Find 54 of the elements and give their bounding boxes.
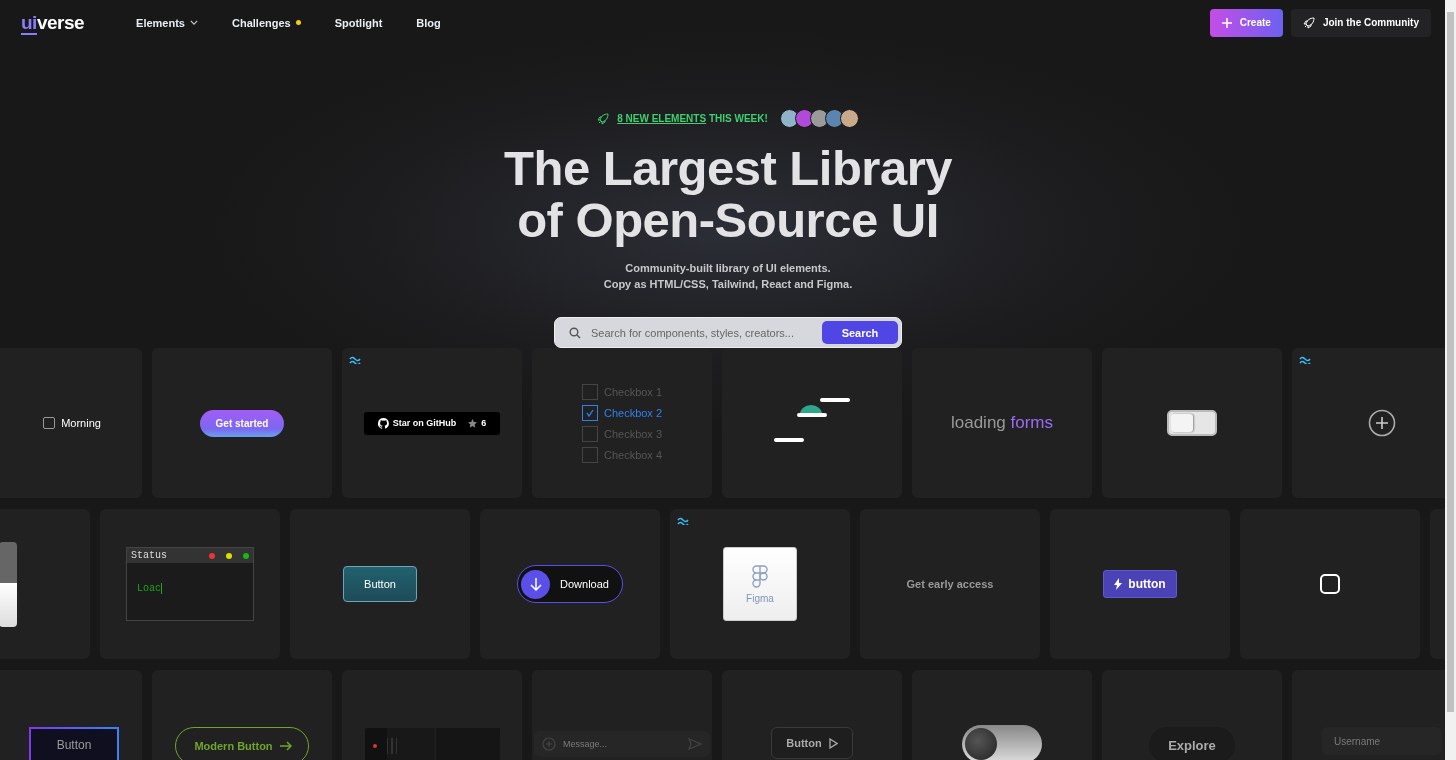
download-button[interactable]: Download bbox=[517, 565, 623, 603]
headline: of Open-Source UI bbox=[517, 194, 939, 246]
window-dots-icon bbox=[209, 552, 249, 559]
arrow-down-icon bbox=[529, 577, 542, 591]
community-button[interactable]: Join the Community bbox=[1290, 8, 1431, 37]
scrollbar[interactable] bbox=[1445, 0, 1456, 760]
toggle-switch[interactable] bbox=[962, 725, 1042, 760]
rocket-icon bbox=[597, 112, 610, 125]
get-started-button[interactable]: Get started bbox=[199, 409, 285, 437]
figma-icon bbox=[752, 564, 768, 589]
add-button[interactable] bbox=[1368, 409, 1396, 437]
message-input[interactable]: Message... bbox=[561, 738, 683, 750]
github-icon bbox=[377, 417, 389, 429]
glass-button[interactable]: Button bbox=[343, 566, 417, 602]
terminal-title: Status bbox=[131, 550, 167, 561]
checkbox[interactable] bbox=[1320, 574, 1340, 594]
terminal-text: Loac bbox=[137, 583, 162, 594]
loading-text: loading forms bbox=[950, 413, 1054, 433]
nav-link[interactable]: Blog bbox=[416, 16, 441, 29]
lightning-icon bbox=[1114, 578, 1123, 590]
logo[interactable]: uiverse bbox=[21, 11, 85, 34]
add-circle-icon bbox=[542, 737, 556, 751]
shimmer-text: Get early access bbox=[906, 578, 994, 590]
bolt-button[interactable]: button bbox=[1103, 570, 1177, 598]
plus-icon bbox=[1221, 17, 1232, 28]
check-icon bbox=[584, 407, 595, 418]
create-button[interactable]: Create bbox=[1209, 8, 1283, 37]
headline: The Largest Library bbox=[504, 142, 952, 194]
plus-circle-icon bbox=[1368, 409, 1396, 437]
play-icon bbox=[828, 737, 838, 749]
announcement: 8 NEW ELEMENTS THIS WEEK! bbox=[617, 113, 768, 124]
search-icon bbox=[569, 326, 581, 339]
tagline: Copy as HTML/CSS, Tailwind, React and Figma. bbox=[603, 277, 853, 292]
star-icon bbox=[468, 418, 478, 428]
checkbox-option[interactable]: Checkbox 2 bbox=[581, 404, 663, 421]
nav-link[interactable]: Spotlight bbox=[334, 16, 383, 29]
tagline: Community-built library of UI elements. bbox=[624, 261, 832, 276]
send-icon bbox=[688, 738, 702, 750]
github-star-button[interactable]: Star on GitHub 6 bbox=[363, 411, 501, 435]
play-button[interactable]: Button bbox=[771, 727, 853, 759]
nav-link[interactable]: Elements bbox=[136, 16, 198, 29]
new-elements-link[interactable]: 8 NEW ELEMENTS bbox=[617, 113, 707, 124]
explore-button[interactable]: Explore bbox=[1149, 727, 1235, 760]
search-field[interactable]: Search for components, styles, creators... Search bbox=[554, 317, 902, 348]
nav-link[interactable]: Challenges bbox=[232, 16, 301, 29]
outline-button[interactable]: Button bbox=[29, 727, 119, 760]
arrow-right-icon bbox=[279, 741, 292, 751]
chevron-down-icon bbox=[190, 20, 198, 25]
checkbox-option[interactable]: Morning bbox=[43, 417, 101, 429]
toggle-switch[interactable] bbox=[1167, 410, 1217, 436]
username-field[interactable]: Username bbox=[1322, 727, 1442, 755]
message-field[interactable]: Message... bbox=[534, 731, 710, 757]
rocket-icon bbox=[1302, 16, 1315, 29]
search-button[interactable]: Search bbox=[822, 321, 898, 344]
